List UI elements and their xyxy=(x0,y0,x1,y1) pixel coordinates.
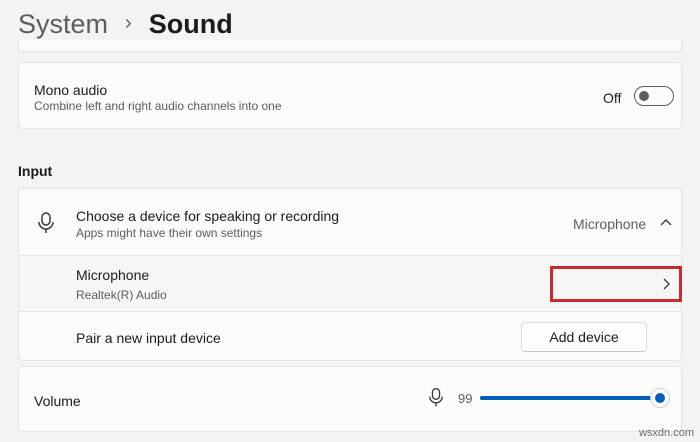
mono-audio-card: Mono audio Combine left and right audio … xyxy=(18,62,682,129)
volume-slider-fill xyxy=(480,396,662,400)
breadcrumb: System › Sound xyxy=(18,4,233,44)
device-chooser-description: Apps might have their own settings xyxy=(76,226,263,240)
mono-audio-title: Mono audio xyxy=(34,82,108,98)
device-chooser-title: Choose a device for speaking or recordin… xyxy=(76,208,340,224)
mono-audio-toggle[interactable] xyxy=(634,86,674,106)
mono-audio-description: Combine left and right audio channels in… xyxy=(34,99,282,113)
volume-value: 99 xyxy=(458,391,473,406)
chevron-up-icon[interactable] xyxy=(659,217,673,227)
selected-device-value: Microphone xyxy=(573,216,647,232)
row-divider xyxy=(19,311,681,312)
volume-label: Volume xyxy=(34,393,81,409)
previous-setting-card xyxy=(18,40,682,52)
volume-slider-thumb[interactable] xyxy=(650,388,670,408)
add-device-button[interactable]: Add device xyxy=(521,322,647,352)
pair-device-label: Pair a new input device xyxy=(76,330,221,346)
device-chooser-row[interactable]: Choose a device for speaking or recordin… xyxy=(19,189,681,255)
microphone-icon xyxy=(38,212,54,233)
toggle-knob xyxy=(639,91,649,101)
microphone-icon xyxy=(429,387,443,407)
input-section-title: Input xyxy=(18,163,53,179)
breadcrumb-separator: › xyxy=(125,11,132,34)
device-name: Microphone xyxy=(76,267,150,283)
volume-slider[interactable] xyxy=(480,388,670,408)
breadcrumb-system-link[interactable]: System xyxy=(18,9,108,40)
highlight-box xyxy=(550,266,682,302)
page-title: Sound xyxy=(148,8,233,39)
watermark: wsxdn.com xyxy=(638,427,694,439)
device-driver: Realtek(R) Audio xyxy=(76,288,167,302)
mono-audio-state-label: Off xyxy=(603,90,622,106)
